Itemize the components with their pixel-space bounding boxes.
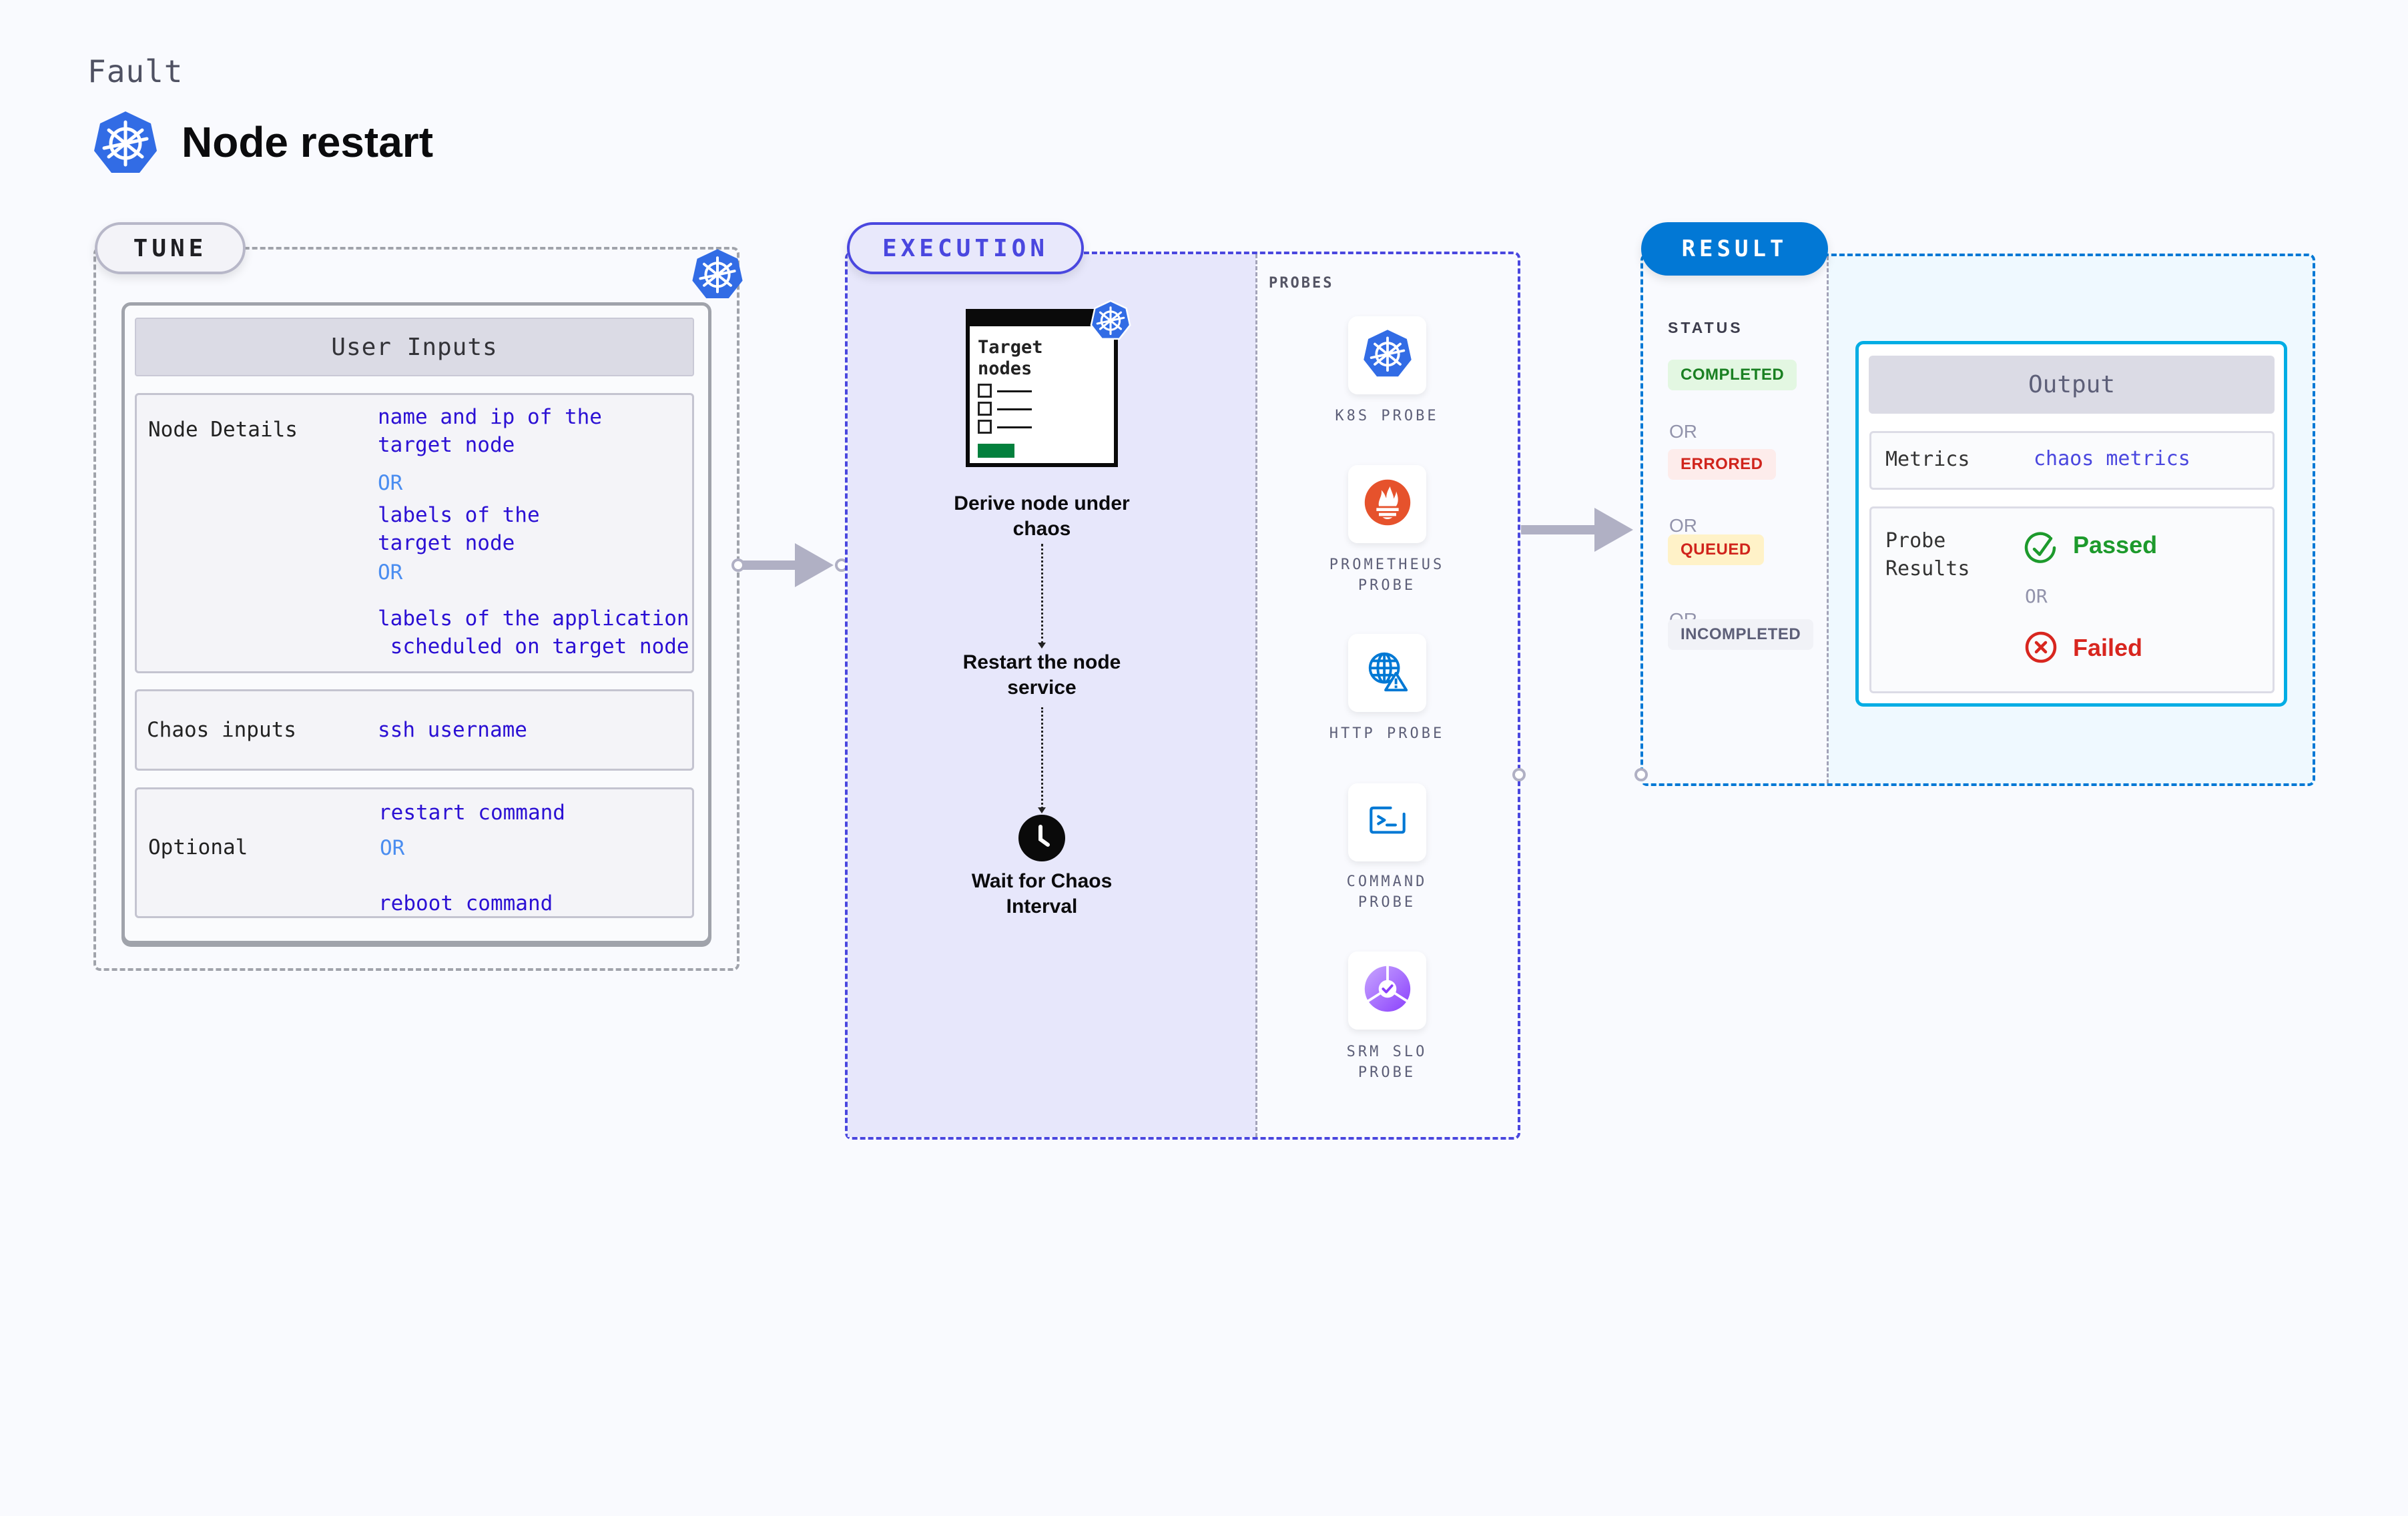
metrics-label: Metrics [1885, 448, 1970, 471]
kubernetes-icon [91, 109, 160, 176]
arrow-down-icon [1038, 643, 1046, 649]
srm-slo-probe-card[interactable] [1348, 952, 1426, 1030]
srm-slo-icon [1362, 964, 1413, 1018]
or-label: OR [378, 471, 403, 495]
or-label: OR [380, 836, 405, 860]
step-derive-node: Derive node under chaos [954, 492, 1130, 540]
arrow-right-icon [795, 543, 834, 587]
or-label: OR [1669, 421, 1697, 442]
checkbox-icon [978, 402, 992, 416]
status-badge-completed: COMPLETED [1668, 360, 1797, 390]
optional-option: reboot command [378, 891, 553, 915]
divider [1255, 254, 1257, 1137]
step-wait-interval: Wait for Chaos Interval [971, 870, 1113, 917]
connector-dot [1512, 768, 1526, 781]
checkbox-icon [978, 384, 992, 398]
execution-tab[interactable]: EXECUTION [847, 222, 1084, 274]
probe-passed-label: Passed [2073, 531, 2158, 558]
connector-line [739, 560, 796, 570]
step-restart-service: Restart the node service [962, 651, 1121, 699]
node-details-option: labels of the target node [378, 503, 540, 555]
chaos-inputs-value: ssh username [378, 718, 527, 742]
status-badge-errored: ERRORED [1668, 449, 1776, 480]
status-title: STATUS [1668, 319, 1743, 336]
x-circle-icon [2024, 631, 2058, 664]
probes-title: PROBES [1269, 275, 1334, 292]
checkbox-icon [978, 420, 992, 434]
category-label: Fault [87, 53, 184, 89]
probe-label: K8S PROBE [1335, 408, 1439, 424]
optional-label: Optional [148, 835, 248, 859]
metrics-value: chaos metrics [2034, 447, 2190, 470]
or-label: OR [1669, 515, 1697, 536]
probe-label: SRM SLO PROBE [1346, 1044, 1428, 1081]
connector-dot [1634, 768, 1648, 781]
probe-label: PROMETHEUS PROBE [1329, 556, 1445, 594]
line [997, 426, 1032, 428]
clock-icon [1018, 815, 1065, 861]
kubernetes-icon [1090, 300, 1131, 341]
status-badge-incompleted: INCOMPLETED [1668, 619, 1814, 650]
line [997, 408, 1032, 410]
tune-tab[interactable]: TUNE [95, 222, 246, 274]
connector-dot [731, 558, 745, 572]
http-globe-warning-icon [1365, 649, 1410, 697]
connector-line [1521, 525, 1596, 534]
page-title: Node restart [182, 118, 433, 166]
terminal-icon [1366, 799, 1409, 845]
check-circle-icon [2024, 529, 2058, 569]
divider [1827, 256, 1829, 783]
line [997, 390, 1032, 392]
green-status-bar [978, 444, 1014, 458]
result-tab[interactable]: RESULT [1641, 222, 1828, 276]
optional-option: restart command [378, 801, 565, 825]
node-details-label: Node Details [148, 418, 298, 442]
kubernetes-icon [690, 248, 745, 301]
command-probe-card[interactable] [1348, 783, 1426, 861]
target-nodes-title: Target nodes [978, 337, 1043, 379]
output-title: Output [1869, 356, 2275, 414]
chaos-inputs-label: Chaos inputs [147, 718, 296, 742]
or-label: OR [378, 560, 403, 585]
prometheus-icon [1363, 478, 1412, 530]
user-inputs-title: User Inputs [135, 318, 694, 376]
probe-label: COMMAND PROBE [1346, 873, 1428, 911]
flow-line [1041, 544, 1043, 644]
node-details-option: name and ip of the target node [378, 405, 602, 457]
arrow-down-icon [1038, 807, 1046, 813]
status-badge-queued: QUEUED [1668, 534, 1764, 565]
flow-line [1041, 707, 1043, 809]
node-details-option: labels of the application scheduled on t… [378, 607, 689, 659]
prometheus-probe-card[interactable] [1348, 465, 1426, 543]
probe-results-label: Probe Results [1885, 529, 1970, 581]
probe-failed-label: Failed [2073, 634, 2143, 661]
or-label: OR [2025, 585, 2048, 607]
probe-label: HTTP PROBE [1329, 725, 1445, 742]
arrow-right-icon [1594, 508, 1633, 552]
http-probe-card[interactable] [1348, 634, 1426, 712]
kubernetes-icon [1362, 328, 1414, 382]
k8s-probe-card[interactable] [1348, 316, 1426, 394]
